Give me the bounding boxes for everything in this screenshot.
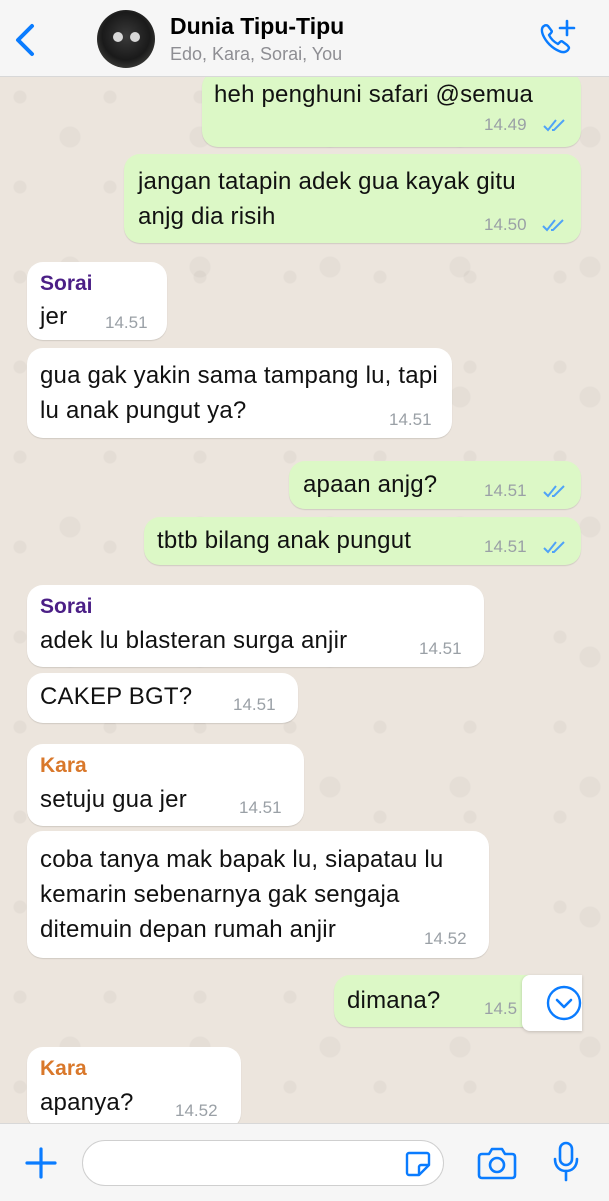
read-ticks-icon	[542, 219, 564, 232]
message-time: 14.51	[239, 798, 282, 817]
message-text: apaan anjg?	[303, 471, 438, 498]
composer-bar	[0, 1123, 609, 1201]
sender-name: Sorai	[40, 595, 93, 618]
message-time: 14.51	[105, 313, 148, 332]
message-text: dimana?	[347, 987, 441, 1014]
outgoing-message[interactable]: apaan anjg? 14.51	[289, 461, 581, 509]
incoming-message[interactable]: Kara apanya? 14.52	[27, 1047, 241, 1123]
sender-name: Sorai	[40, 272, 93, 295]
message-time: 14.51	[484, 537, 527, 556]
chat-header: Dunia Tipu-Tipu Edo, Kara, Sorai, You	[0, 0, 609, 77]
outgoing-message[interactable]: heh penghuni safari @semua 14.49	[202, 77, 581, 147]
message-input[interactable]	[82, 1140, 444, 1186]
message-text: jer	[40, 303, 68, 330]
scroll-to-bottom-button[interactable]	[522, 975, 582, 1031]
message-time: 14.51	[419, 639, 462, 658]
outgoing-message[interactable]: tbtb bilang anak pungut 14.51	[144, 517, 581, 565]
group-avatar[interactable]	[97, 10, 155, 68]
message-text: apanya?	[40, 1089, 134, 1116]
chat-participants[interactable]: Edo, Kara, Sorai, You	[170, 44, 342, 65]
plus-icon[interactable]	[22, 1144, 60, 1182]
message-time: 14.52	[175, 1101, 218, 1120]
avatar-eye	[113, 32, 123, 42]
incoming-message[interactable]: gua gak yakin sama tampang lu, tapi lu a…	[27, 348, 452, 438]
message-list[interactable]: heh penghuni safari @semua 14.49 jangan …	[0, 77, 609, 1123]
message-text: adek lu blasteran surga anjir	[40, 627, 348, 654]
read-ticks-icon	[543, 119, 565, 132]
read-ticks-icon	[543, 541, 565, 554]
sticker-icon[interactable]	[403, 1149, 433, 1179]
outgoing-message[interactable]: jangan tatapin adek gua kayak gitu anjg …	[124, 154, 581, 243]
back-button[interactable]	[10, 20, 40, 60]
incoming-message[interactable]: coba tanya mak bapak lu, siapatau lu kem…	[27, 831, 489, 958]
message-text: tbtb bilang anak pungut	[157, 527, 412, 554]
message-time: 14.51	[389, 410, 432, 429]
message-text: CAKEP BGT?	[40, 683, 193, 710]
incoming-message[interactable]: Sorai jer 14.51	[27, 262, 167, 340]
incoming-message[interactable]: CAKEP BGT? 14.51	[27, 673, 298, 723]
read-ticks-icon	[543, 485, 565, 498]
message-time: 14.49	[484, 115, 527, 134]
camera-icon[interactable]	[476, 1144, 518, 1182]
add-call-icon	[540, 19, 576, 54]
message-time: 14.52	[424, 929, 467, 948]
message-time: 14.50	[484, 215, 527, 234]
back-chevron-icon	[16, 24, 34, 56]
chat-title[interactable]: Dunia Tipu-Tipu	[170, 13, 344, 40]
microphone-icon[interactable]	[550, 1140, 582, 1184]
avatar-eye	[130, 32, 140, 42]
sender-name: Kara	[40, 1057, 87, 1080]
incoming-message[interactable]: Sorai adek lu blasteran surga anjir 14.5…	[27, 585, 484, 667]
sender-name: Kara	[40, 754, 87, 777]
message-time: 14.5	[484, 999, 518, 1018]
message-time: 14.51	[484, 481, 527, 500]
chevron-down-icon	[546, 985, 582, 1021]
message-text: coba tanya mak bapak lu, siapatau lu kem…	[40, 846, 444, 943]
incoming-message[interactable]: Kara setuju gua jer 14.51	[27, 744, 304, 826]
add-call-button[interactable]	[536, 18, 580, 58]
message-text: heh penghuni safari @semua	[214, 81, 534, 108]
message-time: 14.51	[233, 695, 276, 714]
message-text: setuju gua jer	[40, 786, 187, 813]
